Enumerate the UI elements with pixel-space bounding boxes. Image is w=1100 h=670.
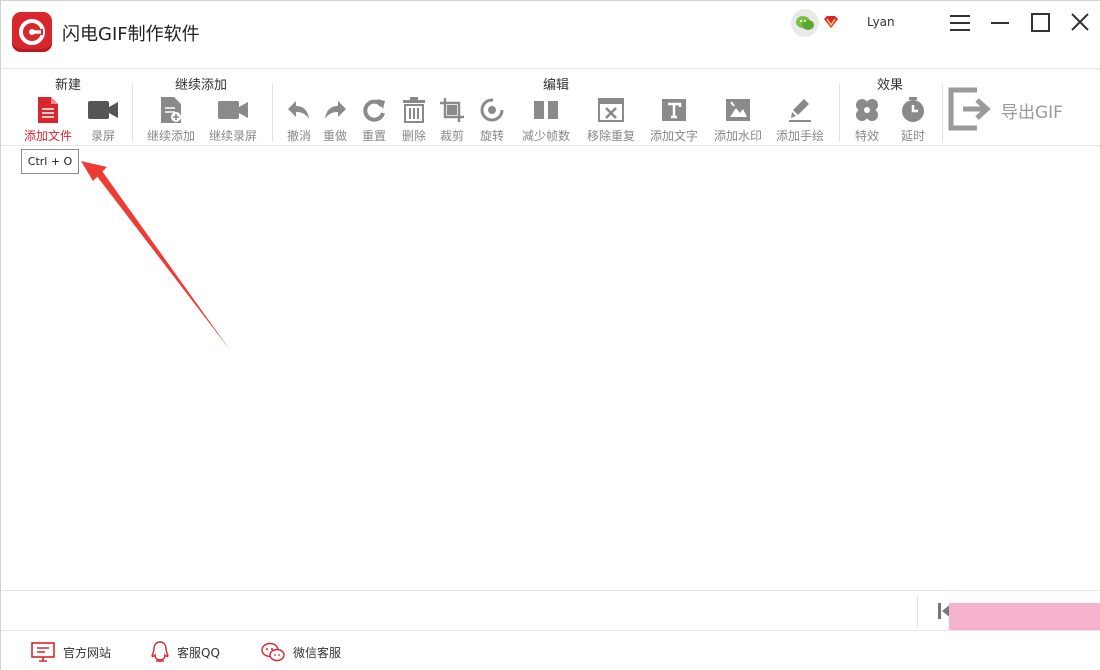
- footer-bar: 官方网站 客服QQ 微信客服: [1, 630, 1100, 670]
- wechat-support-link[interactable]: 微信客服: [261, 641, 341, 663]
- app-window: 闪电GIF制作软件 Lyan 新建 继续添加 编辑 效果 添加文件 录屏 继续添…: [0, 0, 1100, 670]
- qq-support-link[interactable]: 客服QQ: [151, 641, 220, 663]
- wechat-icon: [261, 642, 285, 662]
- qq-icon: [151, 641, 169, 662]
- official-website-label: 官方网站: [63, 645, 112, 660]
- qq-support-label: 客服QQ: [177, 645, 220, 660]
- frame-timeline[interactable]: [2, 590, 1100, 630]
- timeline-divider: [917, 595, 918, 627]
- annotation-arrow-icon: [81, 161, 230, 350]
- monitor-icon: [31, 642, 55, 662]
- official-website-link[interactable]: 官方网站: [31, 641, 111, 663]
- wechat-support-label: 微信客服: [293, 645, 342, 660]
